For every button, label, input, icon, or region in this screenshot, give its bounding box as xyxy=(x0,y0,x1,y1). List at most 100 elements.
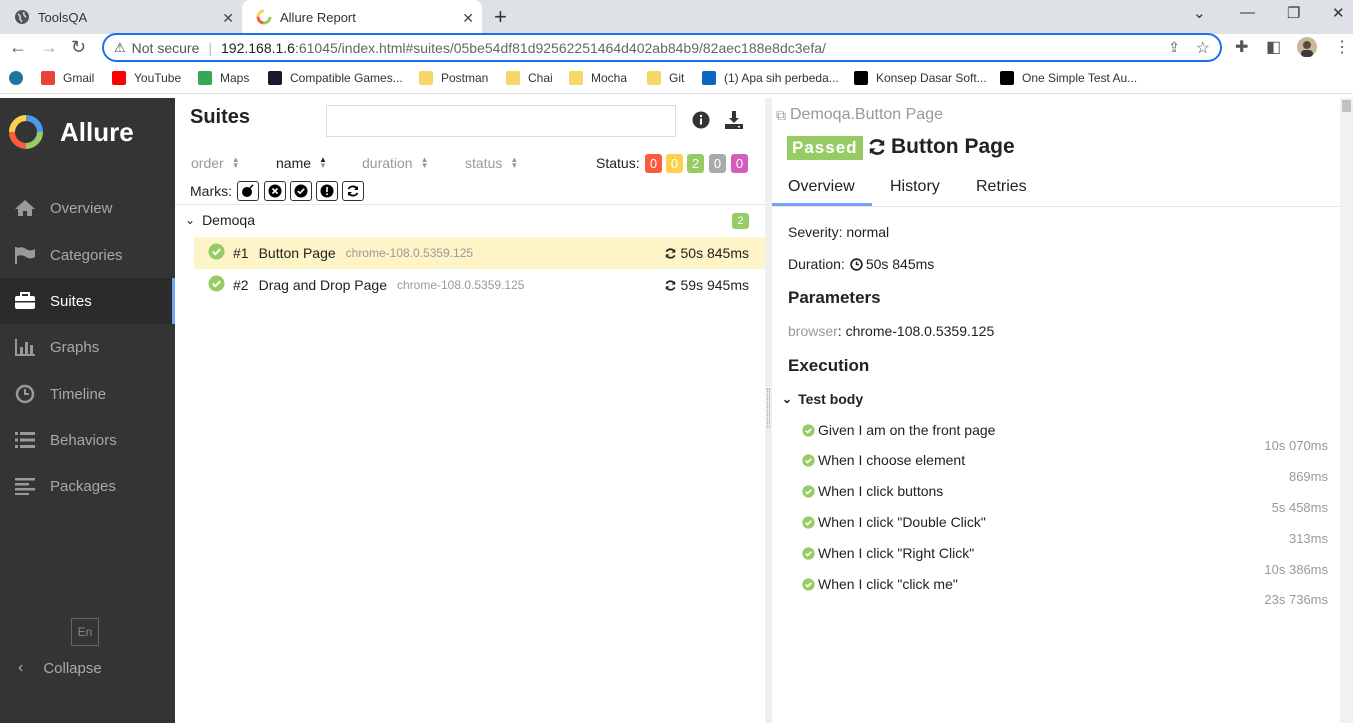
tab-search-chevron-icon[interactable]: ⌄ xyxy=(1193,4,1206,22)
star-icon[interactable]: ☆ xyxy=(1196,38,1210,58)
check-circle-icon xyxy=(208,275,225,295)
sidebar-item-overview[interactable]: Overview xyxy=(0,185,175,231)
tab-overview[interactable]: Overview xyxy=(788,178,855,196)
new-passed-mark-toggle[interactable] xyxy=(290,181,312,201)
step-row[interactable]: Given I am on the front page xyxy=(802,422,995,438)
scrollbar-thumb[interactable] xyxy=(1342,100,1351,112)
bookmark-konsep[interactable]: Konsep Dasar Soft... xyxy=(854,71,987,85)
step-row[interactable]: When I click "click me" xyxy=(802,576,958,592)
sidebar-item-timeline[interactable]: Timeline xyxy=(0,371,175,417)
suites-pane: Suites order ▲ ▼ name ▲ ▼ duration ▲ ▼ status ▲… xyxy=(175,98,765,723)
new-tab-icon[interactable]: + xyxy=(494,4,507,30)
sidebar-item-packages[interactable]: Packages xyxy=(0,463,175,509)
test-title-text: Button Page xyxy=(891,135,1015,158)
pane-title: Suites xyxy=(190,106,251,128)
download-icon[interactable] xyxy=(724,110,744,133)
close-tab-icon[interactable]: ✕ xyxy=(462,10,474,27)
sort-label: order xyxy=(191,155,224,171)
pane-splitter[interactable] xyxy=(765,98,772,723)
side-panel-icon[interactable]: ◧ xyxy=(1266,37,1281,57)
bookmark-postman[interactable]: Postman xyxy=(419,71,488,85)
step-row[interactable]: When I click "Double Click" xyxy=(802,514,986,530)
refresh-icon xyxy=(869,139,885,155)
sort-status[interactable]: status ▲ ▼ xyxy=(465,155,518,171)
suite-group-demoqa[interactable]: ⌄ Demoqa xyxy=(185,212,255,228)
sidebar-item-behaviors[interactable]: Behaviors xyxy=(0,417,175,463)
step-row[interactable]: When I click "Right Click" xyxy=(802,545,974,561)
bookmark-compatible-games[interactable]: Compatible Games... xyxy=(268,71,403,85)
minimize-icon[interactable]: — xyxy=(1240,4,1255,21)
test-body-toggle[interactable]: ⌄ Test body xyxy=(782,391,863,407)
new-broken-mark-toggle[interactable] xyxy=(316,181,338,201)
avatar[interactable] xyxy=(1297,37,1317,62)
bookmark-maps[interactable]: Maps xyxy=(198,71,249,85)
splitter-grip[interactable] xyxy=(767,388,770,428)
duration-label: Duration: xyxy=(788,256,845,272)
bookmark-youtube[interactable]: YouTube xyxy=(112,71,181,85)
flaky-mark-toggle[interactable] xyxy=(237,181,259,201)
retries-mark-toggle[interactable] xyxy=(342,181,364,201)
bookmark-git[interactable]: Git xyxy=(647,71,684,85)
sidebar-item-categories[interactable]: Categories xyxy=(0,232,175,278)
maps-icon xyxy=(198,71,212,85)
status-passed-toggle[interactable]: 2 xyxy=(687,154,704,173)
bookmark-one-simple-test[interactable]: One Simple Test Au... xyxy=(1000,71,1137,85)
warning-icon[interactable]: ⚠ xyxy=(114,40,126,56)
sort-duration[interactable]: duration ▲ ▼ xyxy=(362,155,429,171)
test-row[interactable]: #2 Drag and Drop Page chrome-108.0.5359.… xyxy=(194,269,765,301)
folder-icon xyxy=(647,71,661,85)
status-unknown-toggle[interactable]: 0 xyxy=(731,154,748,173)
url-path[interactable]: :61045/index.html#suites/05be54df81d9256… xyxy=(295,40,826,56)
tab-retries[interactable]: Retries xyxy=(976,178,1027,196)
sidebar-item-label: Suites xyxy=(50,292,92,310)
close-window-icon[interactable]: ✕ xyxy=(1332,4,1345,22)
collapse-button[interactable]: ‹ Collapse xyxy=(0,646,175,690)
forward-icon[interactable]: → xyxy=(40,37,58,58)
bookmark-label: Chai xyxy=(528,71,553,85)
bookmark-mocha[interactable]: Mocha xyxy=(569,71,627,85)
status-broken-toggle[interactable]: 0 xyxy=(666,154,683,173)
test-body-label: Test body xyxy=(798,391,864,407)
language-switcher[interactable]: En xyxy=(71,618,99,646)
bomb-icon xyxy=(242,184,254,197)
sidebar-item-suites[interactable]: Suites xyxy=(0,278,175,324)
close-tab-icon[interactable]: ✕ xyxy=(222,10,234,27)
step-row[interactable]: When I click buttons xyxy=(802,483,943,499)
align-left-icon xyxy=(13,477,37,495)
scrollbar[interactable] xyxy=(1340,98,1353,723)
info-icon[interactable] xyxy=(692,111,710,132)
bookmark-linkedin[interactable]: (1) Apa sih perbeda... xyxy=(702,71,839,85)
search-input[interactable] xyxy=(326,105,676,137)
check-circle-icon xyxy=(802,577,815,591)
extensions-icon[interactable]: ✚ xyxy=(1235,37,1248,57)
reload-icon[interactable]: ↻ xyxy=(71,37,86,58)
tab-history[interactable]: History xyxy=(890,178,940,196)
address-bar[interactable]: ⚠ Not secure | 192.168.1.6:61045/index.h… xyxy=(102,33,1222,62)
bookmark-chai[interactable]: Chai xyxy=(506,71,553,85)
sidebar-item-label: Packages xyxy=(50,477,116,495)
sidebar-item-graphs[interactable]: Graphs xyxy=(0,324,175,370)
breadcrumb[interactable]: ⧉ Demoqa.Button Page xyxy=(776,106,943,124)
step-name: When I click "Double Click" xyxy=(818,514,986,530)
test-row[interactable]: #1 Button Page chrome-108.0.5359.125 50s… xyxy=(194,237,765,269)
restore-icon[interactable]: ❐ xyxy=(1287,4,1300,22)
status-failed-toggle[interactable]: 0 xyxy=(645,154,662,173)
security-label[interactable]: Not secure xyxy=(132,40,200,56)
sort-name[interactable]: name ▲ ▼ xyxy=(276,155,327,171)
browser-tab-toolsqa[interactable]: ToolsQA ✕ xyxy=(0,0,242,34)
status-skipped-toggle[interactable]: 0 xyxy=(709,154,726,173)
duration-text: 50s 845ms xyxy=(680,245,749,261)
share-icon[interactable]: ⇪ xyxy=(1168,39,1180,56)
test-browser: chrome-108.0.5359.125 xyxy=(345,246,474,260)
wordpress-icon[interactable] xyxy=(9,71,31,85)
sidebar-item-label: Timeline xyxy=(50,385,107,403)
url-host[interactable]: 192.168.1.6 xyxy=(221,40,295,56)
sort-order[interactable]: order ▲ ▼ xyxy=(191,155,240,171)
brand[interactable]: Allure xyxy=(8,114,134,150)
bookmark-gmail[interactable]: Gmail xyxy=(41,71,94,85)
new-failed-mark-toggle[interactable] xyxy=(264,181,286,201)
browser-tab-allure[interactable]: Allure Report ✕ xyxy=(242,0,482,34)
step-row[interactable]: When I choose element xyxy=(802,452,965,468)
menu-kebab-icon[interactable]: ⋮ xyxy=(1334,37,1350,57)
back-icon[interactable]: ← xyxy=(9,37,27,58)
